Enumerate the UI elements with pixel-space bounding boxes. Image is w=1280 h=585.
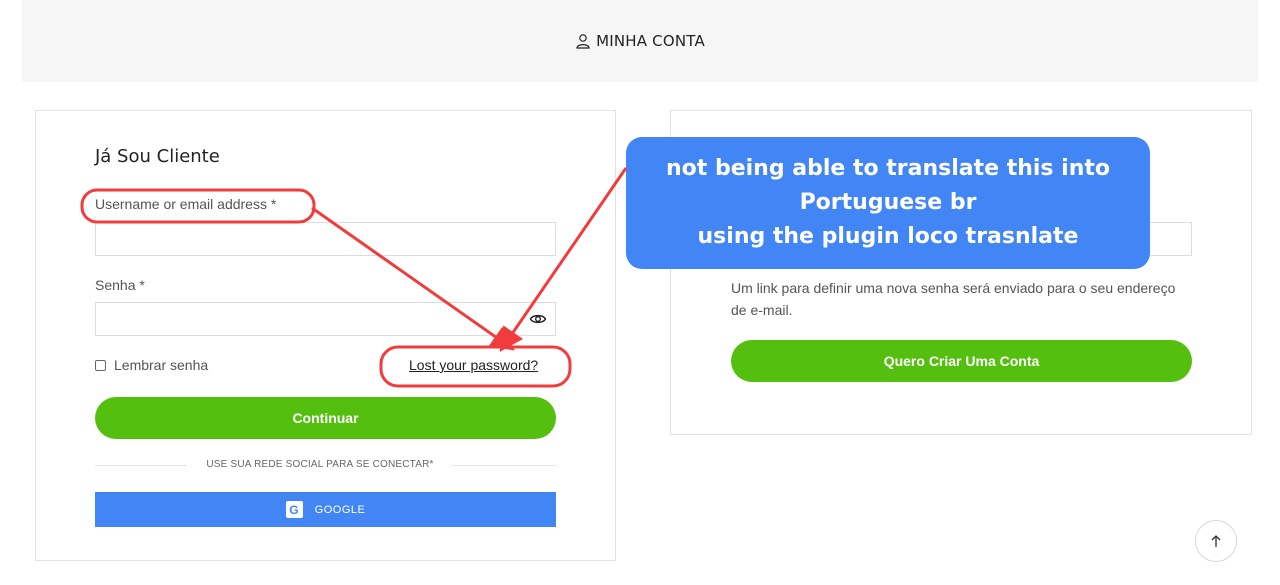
user-icon [576, 34, 590, 49]
remember-me[interactable]: Lembrar senha [95, 357, 208, 373]
account-header: MINHA CONTA [22, 0, 1258, 82]
username-label: Username or email address * [95, 196, 277, 212]
show-password-eye-icon[interactable] [529, 311, 547, 327]
google-button-label: GOOGLE [314, 503, 366, 516]
remember-checkbox[interactable] [95, 359, 106, 371]
scroll-to-top-button[interactable] [1195, 520, 1237, 562]
google-login-button[interactable]: G GOOGLE [95, 492, 556, 527]
continue-button[interactable]: Continuar [95, 397, 556, 439]
divider-left [95, 465, 187, 466]
create-account-button[interactable]: Quero Criar Uma Conta [731, 340, 1192, 382]
username-input[interactable] [95, 222, 556, 256]
lost-password-link[interactable]: Lost your password? [409, 357, 538, 373]
social-login-label: USE SUA REDE SOCIAL PARA SE CONECTAR* [206, 459, 434, 470]
divider-right [452, 465, 556, 466]
annotation-callout: not being able to translate this into Po… [626, 137, 1150, 269]
page-title: MINHA CONTA [596, 32, 705, 50]
register-email-input[interactable] [1150, 222, 1192, 256]
register-hint: Um link para definir uma nova senha será… [731, 280, 1176, 318]
login-heading: Já Sou Cliente [95, 146, 220, 167]
password-label: Senha * [95, 277, 145, 293]
arrow-up-icon [1211, 535, 1221, 547]
annotation-line-1: not being able to translate this into [666, 156, 1110, 181]
remember-label: Lembrar senha [114, 357, 209, 373]
annotation-line-3: using the plugin loco trasnlate [697, 224, 1079, 249]
annotation-line-2: Portuguese br [799, 190, 977, 215]
password-input[interactable] [95, 302, 556, 336]
google-icon: G [285, 501, 303, 518]
